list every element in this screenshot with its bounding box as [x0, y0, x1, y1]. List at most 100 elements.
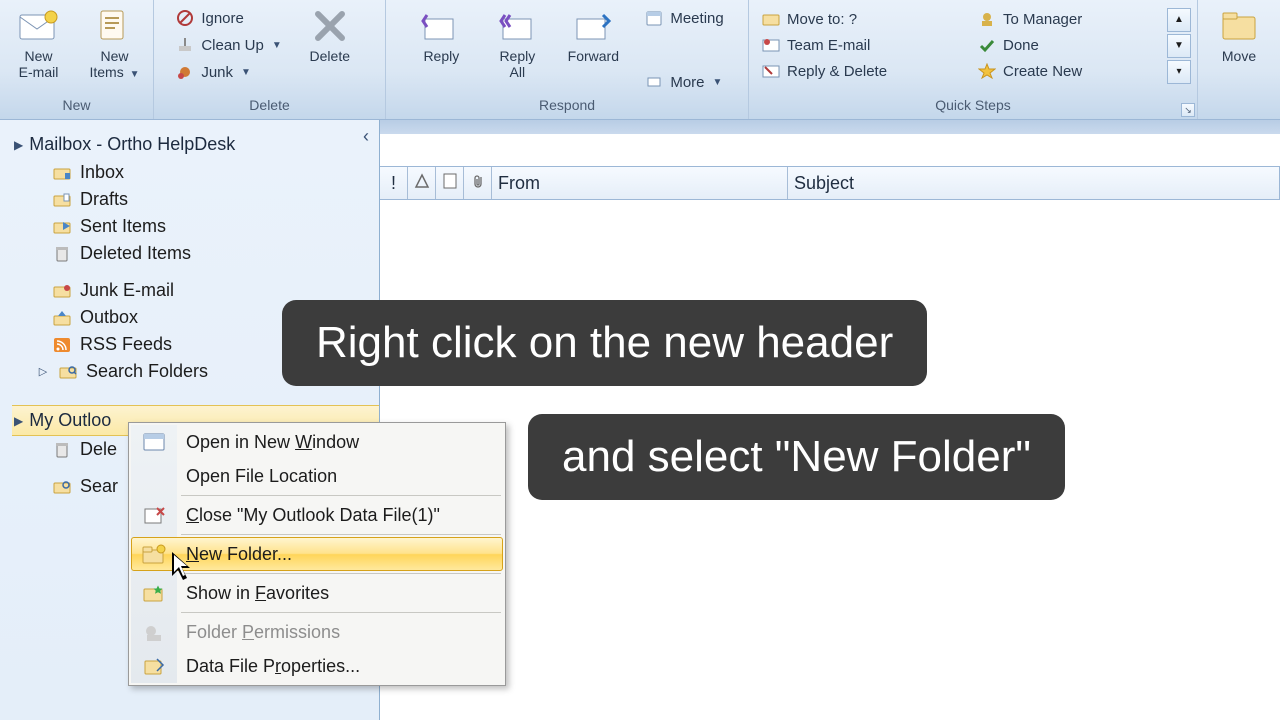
group-quicksteps: Move to: ? Team E-mail Reply & Delete To… — [749, 0, 1198, 119]
qs-team-email-label: Team E-mail — [787, 37, 870, 54]
drafts-icon — [52, 190, 72, 210]
folder-label: Inbox — [80, 162, 124, 183]
new-items-label-1: New — [100, 48, 128, 64]
delete-x-icon — [310, 6, 350, 46]
delete-button[interactable]: Delete — [292, 6, 368, 64]
check-icon — [977, 35, 997, 55]
new-items-button[interactable]: NewItems ▼ — [80, 6, 150, 81]
quicksteps-dialog-launcher[interactable]: ↘ — [1181, 103, 1195, 117]
ctx-separator — [181, 612, 501, 613]
folder-deleted[interactable]: Deleted Items — [12, 240, 379, 267]
search-folder-icon — [58, 362, 78, 382]
ctx-folder-permissions: Folder Permissions — [131, 615, 503, 649]
sent-icon — [52, 217, 72, 237]
reply-all-button[interactable]: ReplyAll — [482, 6, 552, 80]
context-menu: Open in New Window Open File Location Cl… — [128, 422, 506, 686]
reply-button[interactable]: Reply — [406, 6, 476, 64]
content-spacer — [380, 120, 1280, 166]
junk-button[interactable]: Junk ▼ — [171, 60, 285, 84]
qs-create-new[interactable]: Create New — [971, 58, 1161, 84]
group-title-move — [1204, 111, 1274, 117]
close-file-icon — [140, 503, 168, 529]
new-items-label-2: Items — [89, 64, 123, 80]
folder-label: Deleted Items — [80, 243, 191, 264]
ctx-separator — [181, 534, 501, 535]
folder-move-icon — [761, 9, 781, 29]
ctx-label: Folder Permissions — [186, 622, 340, 643]
qs-reply-delete[interactable]: Reply & Delete — [755, 58, 965, 84]
qs-done[interactable]: Done — [971, 32, 1161, 58]
group-title-new: New — [6, 95, 147, 117]
group-new: NewE-mail NewItems ▼ New — [0, 0, 154, 119]
folder-icon — [1219, 6, 1259, 46]
junk-folder-icon — [52, 281, 72, 301]
reply-all-icon — [497, 6, 537, 46]
folder-label: Search Folders — [86, 361, 208, 382]
mailbox-name: Mailbox - Ortho HelpDesk — [29, 134, 235, 155]
cleanup-button[interactable]: Clean Up ▼ — [171, 33, 285, 57]
col-attachment[interactable] — [464, 167, 492, 199]
reply-all-label-1: Reply — [499, 48, 535, 64]
qs-done-label: Done — [1003, 37, 1039, 54]
col-icon[interactable] — [436, 167, 464, 199]
to-manager-icon — [977, 9, 997, 29]
ctx-separator — [181, 495, 501, 496]
reply-all-label-2: All — [510, 64, 526, 80]
qs-to-manager[interactable]: To Manager — [971, 6, 1161, 32]
meeting-label: Meeting — [670, 10, 723, 27]
folder-label: Drafts — [80, 189, 128, 210]
qs-scroll-down[interactable]: ▼ — [1167, 34, 1191, 58]
group-move: Move — [1198, 0, 1280, 119]
ignore-button[interactable]: Ignore — [171, 6, 285, 30]
new-folder-icon — [140, 542, 168, 568]
qs-scroll-up[interactable]: ▲ — [1167, 8, 1191, 32]
new-email-button[interactable]: NewE-mail — [4, 6, 74, 80]
group-title-respond: Respond — [392, 95, 742, 117]
window-icon — [140, 430, 168, 456]
favorites-icon — [140, 581, 168, 607]
ignore-icon — [175, 8, 195, 28]
qs-expand[interactable]: ▾ — [1167, 60, 1191, 84]
more-label: More — [670, 74, 704, 91]
move-button[interactable]: Move — [1204, 6, 1274, 64]
meeting-button[interactable]: Meeting — [640, 6, 727, 30]
group-title-delete: Delete — [160, 95, 379, 117]
calendar-icon — [644, 8, 664, 28]
column-headers: ! From Subject — [380, 166, 1280, 200]
junk-icon — [175, 62, 195, 82]
triangle-down-icon: ▶ — [14, 138, 23, 152]
ctx-data-file-properties[interactable]: Data File Properties... — [131, 649, 503, 683]
ctx-close-file[interactable]: Close "My Outlook Data File(1)" — [131, 498, 503, 532]
folder-drafts[interactable]: Drafts — [12, 186, 379, 213]
qs-move-to-label: Move to: ? — [787, 11, 857, 28]
col-from[interactable]: From — [492, 167, 788, 199]
col-subject[interactable]: Subject — [788, 167, 1279, 199]
more-respond-button[interactable]: More ▼ — [640, 70, 727, 94]
mailbox-header[interactable]: ▶ Mailbox - Ortho HelpDesk — [12, 130, 379, 159]
collapse-nav-chevron[interactable]: ‹ — [363, 126, 369, 147]
new-items-icon — [95, 6, 135, 46]
qs-team-email[interactable]: Team E-mail — [755, 32, 965, 58]
folder-inbox[interactable]: Inbox — [12, 159, 379, 186]
reply-delete-icon — [761, 61, 781, 81]
ctx-label: Data File Properties... — [186, 656, 360, 677]
callout-1: Right click on the new header — [282, 300, 927, 386]
triangle-down-icon: ▶ — [14, 414, 23, 428]
reply-label: Reply — [423, 48, 459, 64]
ctx-label: Open File Location — [186, 466, 337, 487]
ctx-new-folder[interactable]: New Folder... — [131, 537, 503, 571]
ctx-open-file-location[interactable]: Open File Location — [131, 459, 503, 493]
qs-move-to[interactable]: Move to: ? — [755, 6, 965, 32]
folder-sent[interactable]: Sent Items — [12, 213, 379, 240]
envelope-icon — [19, 6, 59, 46]
reminder-icon — [414, 173, 430, 194]
ctx-show-favorites[interactable]: Show in Favorites — [131, 576, 503, 610]
col-importance[interactable]: ! — [380, 167, 408, 199]
chevron-down-icon: ▼ — [241, 67, 251, 78]
cleanup-label: Clean Up — [201, 37, 264, 54]
forward-button[interactable]: Forward — [558, 6, 628, 64]
ctx-open-new-window[interactable]: Open in New Window — [131, 425, 503, 459]
folder-label: Dele — [80, 439, 117, 460]
col-reminder[interactable] — [408, 167, 436, 199]
folder-label: RSS Feeds — [80, 334, 172, 355]
